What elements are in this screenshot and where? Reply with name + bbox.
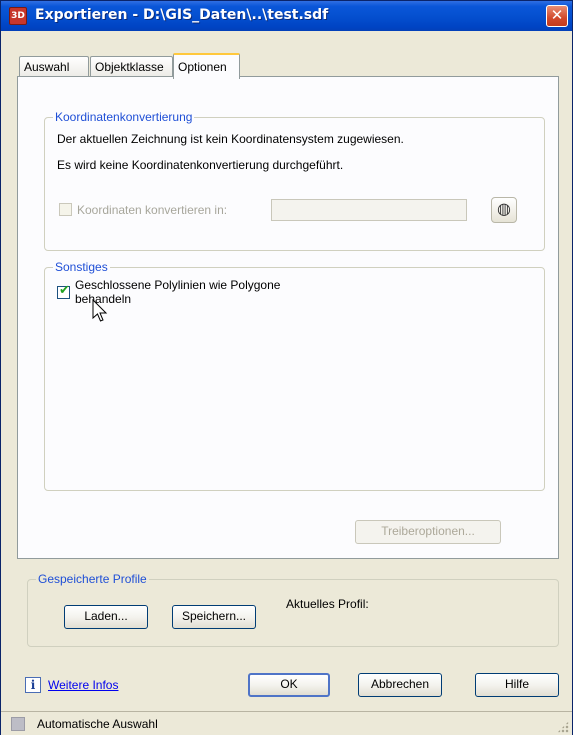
tab-label: Auswahl xyxy=(24,60,70,74)
convert-coordinates-checkbox[interactable] xyxy=(59,203,72,216)
tab-optionen[interactable]: Optionen xyxy=(173,53,240,79)
ok-button[interactable]: OK xyxy=(248,673,330,697)
help-label: Hilfe xyxy=(504,677,529,691)
more-info-link[interactable]: Weitere Infos xyxy=(48,678,118,692)
driver-options-label: Treiberoptionen... xyxy=(381,524,475,538)
check-icon: ✔ xyxy=(59,283,70,298)
status-bar: Automatische Auswahl xyxy=(1,711,572,735)
load-profile-label: Laden... xyxy=(84,609,128,623)
resize-grip-icon[interactable] xyxy=(557,721,569,733)
title-bar[interactable]: 3D Exportieren - D:\GIS_Daten\..\test.sd… xyxy=(1,1,572,31)
no-coordinate-system-text: Der aktuellen Zeichnung ist kein Koordin… xyxy=(57,132,404,146)
cancel-button[interactable]: Abbrechen xyxy=(358,673,442,697)
window-title: Exportieren - D:\GIS_Daten\..\test.sdf xyxy=(35,7,329,23)
info-icon[interactable]: i xyxy=(25,677,41,693)
coordinate-conversion-group: Koordinatenkonvertierung Der aktuellen Z… xyxy=(44,110,545,251)
close-icon: ✕ xyxy=(550,6,564,24)
help-button[interactable]: Hilfe xyxy=(475,673,559,697)
status-text: Automatische Auswahl xyxy=(37,717,158,731)
status-icon xyxy=(11,717,25,731)
load-profile-button[interactable]: Laden... xyxy=(64,605,148,629)
target-coordinate-system-field[interactable] xyxy=(271,199,467,221)
globe-icon: ◍ xyxy=(497,199,511,218)
current-profile-label: Aktuelles Profil: xyxy=(286,597,369,611)
polylines-as-polygons-label-line1: Geschlossene Polylinien wie Polygone xyxy=(75,278,281,292)
coordinate-library-button[interactable]: ◍ xyxy=(491,197,517,223)
app-icon: 3D xyxy=(9,7,27,25)
close-button[interactable]: ✕ xyxy=(546,5,568,27)
export-dialog: 3D Exportieren - D:\GIS_Daten\..\test.sd… xyxy=(0,0,573,735)
tab-objektklasse[interactable]: Objektklasse xyxy=(90,56,173,77)
convert-coordinates-label: Koordinaten konvertieren in: xyxy=(77,203,228,217)
misc-title: Sonstiges xyxy=(53,260,110,274)
saved-profiles-group: Gespeicherte Profile Laden... Speichern.… xyxy=(27,572,559,647)
tab-label: Optionen xyxy=(178,60,227,74)
save-profile-button[interactable]: Speichern... xyxy=(172,605,256,629)
misc-group: Sonstiges ✔ Geschlossene Polylinien wie … xyxy=(44,260,545,491)
driver-options-button[interactable]: Treiberoptionen... xyxy=(355,520,501,544)
mouse-cursor-icon xyxy=(92,299,108,322)
save-profile-label: Speichern... xyxy=(181,609,247,623)
polylines-as-polygons-checkbox[interactable]: ✔ xyxy=(57,283,70,299)
coordinate-conversion-title: Koordinatenkonvertierung xyxy=(53,110,195,124)
cancel-label: Abbrechen xyxy=(370,677,430,691)
options-panel: Koordinatenkonvertierung Der aktuellen Z… xyxy=(17,76,559,559)
no-conversion-text: Es wird keine Koordinatenkonvertierung d… xyxy=(57,158,344,172)
tab-label: Objektklasse xyxy=(95,60,164,74)
ok-label: OK xyxy=(280,677,298,691)
saved-profiles-title: Gespeicherte Profile xyxy=(36,572,149,586)
tab-auswahl[interactable]: Auswahl xyxy=(19,56,89,77)
